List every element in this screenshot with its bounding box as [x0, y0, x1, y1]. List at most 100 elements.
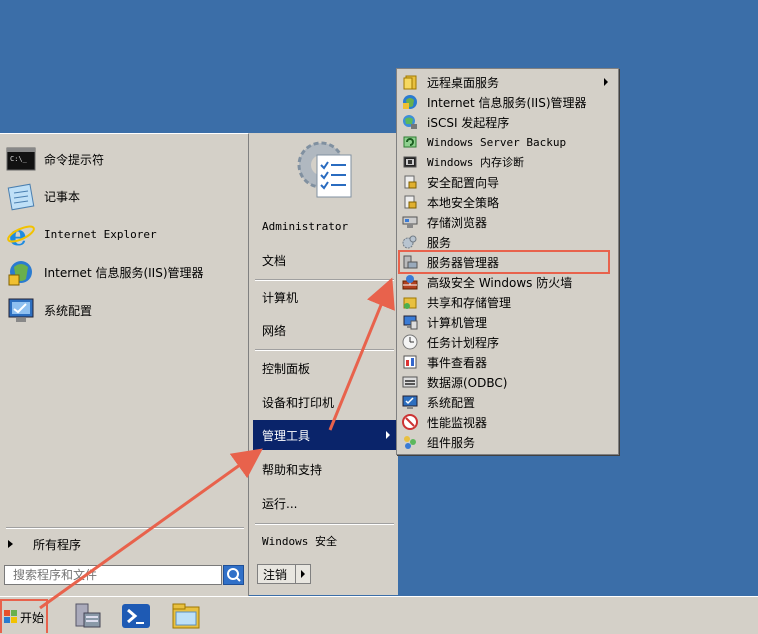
submenu-item-label: 服务器管理器 [427, 255, 500, 270]
start-label: 开始 [20, 610, 45, 625]
pinned-item-msconfig[interactable]: 系统配置 [6, 292, 244, 328]
submenu-item-odbc[interactable]: 数据源(ODBC) [399, 372, 614, 392]
triangle-right-icon [8, 540, 13, 548]
iis-icon [402, 94, 418, 110]
devices-printers-link[interactable]: 设备和打印机 [253, 387, 396, 417]
folder-icon [402, 74, 418, 90]
submenu-item-security-wizard[interactable]: 安全配置向导 [399, 172, 614, 192]
start-button[interactable]: 开始 [0, 599, 48, 633]
pinned-item-label: Internet 信息服务(IIS)管理器 [44, 265, 204, 280]
pinned-item-label: 系统配置 [44, 303, 93, 318]
start-menu: C:\_ 命令提示符 记事本 e Internet Explorer Inter… [0, 133, 398, 596]
pinned-item-cmd[interactable]: C:\_ 命令提示符 [6, 141, 244, 177]
user-picture-icon [291, 137, 355, 201]
start-menu-right-pane: Administrator 文档 计算机 网络 控制面板 设备和打印机 管理工具… [249, 133, 398, 595]
submenu-item-label: 本地安全策略 [427, 195, 500, 210]
submenu-arrow-icon [604, 78, 608, 86]
submenu-item-server-manager[interactable]: 服务器管理器 [399, 252, 614, 272]
explorer-icon[interactable] [170, 601, 202, 631]
pinned-item-label: Internet Explorer [44, 227, 157, 241]
submenu-item-firewall[interactable]: 高级安全 Windows 防火墙 [399, 272, 614, 292]
submenu-item-label: iSCSI 发起程序 [427, 115, 510, 130]
pinned-item-iis[interactable]: Internet 信息服务(IIS)管理器 [6, 254, 244, 290]
help-support-link[interactable]: 帮助和支持 [253, 454, 396, 484]
submenu-item-iis[interactable]: Internet 信息服务(IIS)管理器 [399, 92, 614, 112]
control-panel-link[interactable]: 控制面板 [253, 353, 396, 383]
user-name: Administrator [262, 219, 349, 233]
odbc-icon [402, 374, 418, 390]
msconfig-icon [402, 394, 418, 410]
admin-tools-submenu: 远程桌面服务 Internet 信息服务(IIS)管理器 iSCSI 发起程序 … [396, 68, 619, 455]
share-icon [402, 294, 418, 310]
submenu-item-storage-explorer[interactable]: 存储浏览器 [399, 212, 614, 232]
start-menu-left-pane: C:\_ 命令提示符 记事本 e Internet Explorer Inter… [0, 133, 249, 596]
submenu-item-computer-management[interactable]: 计算机管理 [399, 312, 614, 332]
logoff-button[interactable]: 注销 [257, 564, 311, 584]
submenu-item-perfmon[interactable]: 性能监视器 [399, 412, 614, 432]
computer-mgmt-icon [402, 314, 418, 330]
submenu-item-component-services[interactable]: 组件服务 [399, 432, 614, 452]
submenu-item-memory[interactable]: Windows 内存诊断 [399, 152, 614, 172]
submenu-item-iscsi[interactable]: iSCSI 发起程序 [399, 112, 614, 132]
submenu-item-label: 服务 [427, 235, 452, 250]
logoff-label: 注销 [258, 565, 296, 583]
submenu-item-label: 远程桌面服务 [427, 75, 500, 90]
all-programs-button[interactable]: 所有程序 [6, 532, 242, 556]
user-account-link[interactable]: Administrator [253, 211, 396, 241]
msconfig-icon [6, 295, 36, 325]
network-label: 网络 [262, 323, 287, 338]
documents-link[interactable]: 文档 [253, 245, 396, 275]
memory-icon [402, 154, 418, 170]
left-pane-divider [6, 527, 244, 529]
iscsi-icon [402, 114, 418, 130]
server-manager-icon[interactable] [72, 601, 104, 631]
services-icon [402, 234, 418, 250]
all-programs-label: 所有程序 [33, 537, 82, 552]
submenu-item-task-scheduler[interactable]: 任务计划程序 [399, 332, 614, 352]
submenu-item-label: 安全配置向导 [427, 175, 500, 190]
ie-icon: e [6, 219, 36, 252]
submenu-item-security-policy[interactable]: 本地安全策略 [399, 192, 614, 212]
powershell-icon[interactable] [120, 601, 152, 631]
search-button[interactable] [223, 565, 244, 585]
security-wizard-icon [402, 174, 418, 190]
event-viewer-icon [402, 354, 418, 370]
run-link[interactable]: 运行... [253, 488, 396, 518]
help-label: 帮助和支持 [262, 462, 323, 477]
run-label: 运行... [262, 496, 298, 511]
right-pane-divider [255, 349, 394, 351]
submenu-item-label: 任务计划程序 [427, 335, 500, 350]
submenu-item-label: Windows Server Backup [427, 135, 567, 149]
windows-security-label: Windows 安全 [262, 535, 337, 548]
submenu-item-share-storage[interactable]: 共享和存储管理 [399, 292, 614, 312]
firewall-icon [402, 274, 418, 290]
windows-security-link[interactable]: Windows 安全 [253, 526, 396, 556]
submenu-item-msconfig[interactable]: 系统配置 [399, 392, 614, 412]
server-manager-icon [402, 254, 418, 270]
submenu-item-label: 组件服务 [427, 435, 476, 450]
submenu-item-label: 高级安全 Windows 防火墙 [427, 275, 573, 290]
submenu-item-label: 事件查看器 [427, 355, 488, 370]
admin-tools-link[interactable]: 管理工具 [253, 420, 396, 450]
network-link[interactable]: 网络 [253, 315, 396, 345]
component-icon [402, 434, 418, 450]
computer-link[interactable]: 计算机 [253, 282, 396, 312]
pinned-item-ie[interactable]: e Internet Explorer [6, 216, 244, 252]
submenu-item-services[interactable]: 服务 [399, 232, 614, 252]
submenu-item-remote-desktop[interactable]: 远程桌面服务 [399, 72, 614, 92]
backup-icon [402, 134, 418, 150]
notepad-icon [6, 181, 36, 211]
submenu-item-label: 计算机管理 [427, 315, 488, 330]
iis-icon [6, 257, 36, 287]
submenu-item-label: Internet 信息服务(IIS)管理器 [427, 95, 587, 110]
shutdown-options-arrow-icon[interactable] [301, 570, 305, 578]
submenu-item-event-viewer[interactable]: 事件查看器 [399, 352, 614, 372]
documents-label: 文档 [262, 253, 287, 268]
submenu-item-label: 性能监视器 [427, 415, 488, 430]
computer-label: 计算机 [262, 290, 299, 305]
pinned-item-notepad[interactable]: 记事本 [6, 178, 244, 214]
windows-logo-icon [4, 610, 18, 624]
submenu-item-backup[interactable]: Windows Server Backup [399, 132, 614, 152]
search-icon [224, 568, 243, 587]
search-input[interactable] [4, 565, 222, 585]
